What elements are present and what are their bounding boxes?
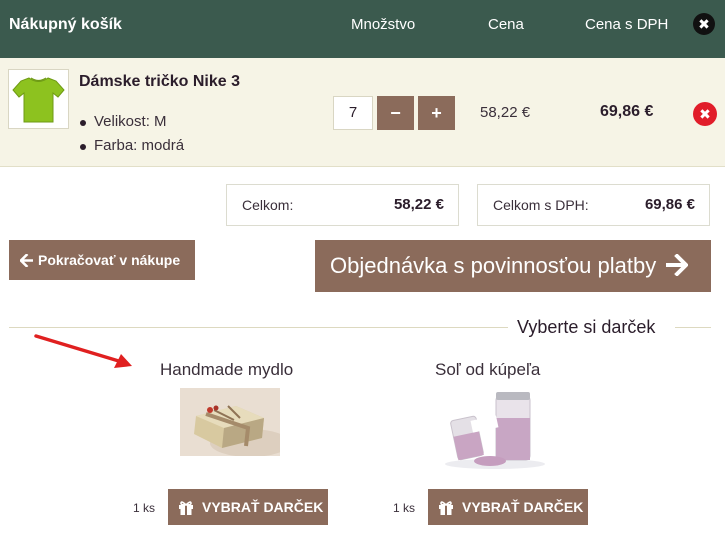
- divider: [675, 327, 711, 328]
- choose-gift-label: VYBRAŤ DARČEK: [462, 499, 584, 515]
- bath-salt-image: [440, 388, 550, 475]
- column-price-header: Cena: [488, 16, 524, 33]
- gift-name: Handmade mydlo: [160, 360, 294, 379]
- quantity-decrease-button[interactable]: −: [377, 96, 414, 130]
- attribute-color: Farba: modrá: [79, 136, 184, 160]
- choose-gift-label: VYBRAŤ DARČEK: [202, 499, 324, 515]
- product-attributes: Velikost: M Farba: modrá: [79, 112, 184, 160]
- column-quantity-header: Množstvo: [351, 16, 416, 33]
- item-price-vat: 69,86 €: [600, 103, 654, 120]
- bath-salt-icon: [440, 388, 550, 470]
- tshirt-image-icon: [12, 77, 65, 123]
- total-vat-value: 69,86 €: [644, 196, 695, 213]
- gift-section-title: Vyberte si darček: [517, 317, 656, 337]
- total-value: 58,22 €: [393, 196, 444, 213]
- total-label: Celkom:: [242, 197, 294, 213]
- cart-title: Nákupný košík: [9, 16, 122, 33]
- divider: [9, 327, 508, 328]
- choose-gift-button[interactable]: VYBRAŤ DARČEK: [428, 489, 588, 525]
- gift-name: Soľ od kúpeľa: [435, 360, 541, 379]
- quantity-input[interactable]: 7: [333, 96, 373, 130]
- arrow-left-icon: [19, 253, 34, 268]
- choose-gift-button[interactable]: VYBRAŤ DARČEK: [168, 489, 328, 525]
- gift-icon: [179, 501, 193, 516]
- arrow-right-icon: [666, 253, 690, 277]
- red-arrow-annotation: [34, 334, 132, 368]
- product-thumbnail[interactable]: [8, 69, 69, 129]
- attribute-size: Velikost: M: [79, 112, 184, 136]
- column-price-vat-header: Cena s DPH: [585, 16, 669, 33]
- soap-icon: [180, 388, 290, 457]
- remove-item-icon[interactable]: ✖: [693, 102, 717, 126]
- cart-item-row: Dámske tričko Nike 3 Velikost: M Farba: …: [0, 58, 725, 167]
- continue-shopping-button[interactable]: Pokračovať v nákupe: [9, 240, 195, 280]
- soap-image: [180, 388, 290, 461]
- gift-quantity: 1 ks: [393, 501, 416, 515]
- place-order-button[interactable]: Objednávka s povinnosťou platby: [315, 240, 711, 292]
- item-price: 58,22 €: [480, 104, 531, 121]
- quantity-increase-button[interactable]: +: [418, 96, 455, 130]
- gift-icon: [439, 501, 453, 516]
- total-vat-box: Celkom s DPH: 69,86 €: [477, 184, 710, 226]
- total-box: Celkom: 58,22 €: [226, 184, 459, 226]
- cart-header: Nákupný košík Množstvo Cena Cena s DPH ✖: [0, 0, 725, 58]
- place-order-label: Objednávka s povinnosťou platby: [330, 253, 657, 278]
- close-icon[interactable]: ✖: [693, 13, 715, 35]
- total-vat-label: Celkom s DPH:: [493, 197, 589, 213]
- continue-shopping-label: Pokračovať v nákupe: [38, 252, 181, 268]
- product-name[interactable]: Dámske tričko Nike 3: [79, 73, 240, 91]
- gift-quantity: 1 ks: [133, 501, 156, 515]
